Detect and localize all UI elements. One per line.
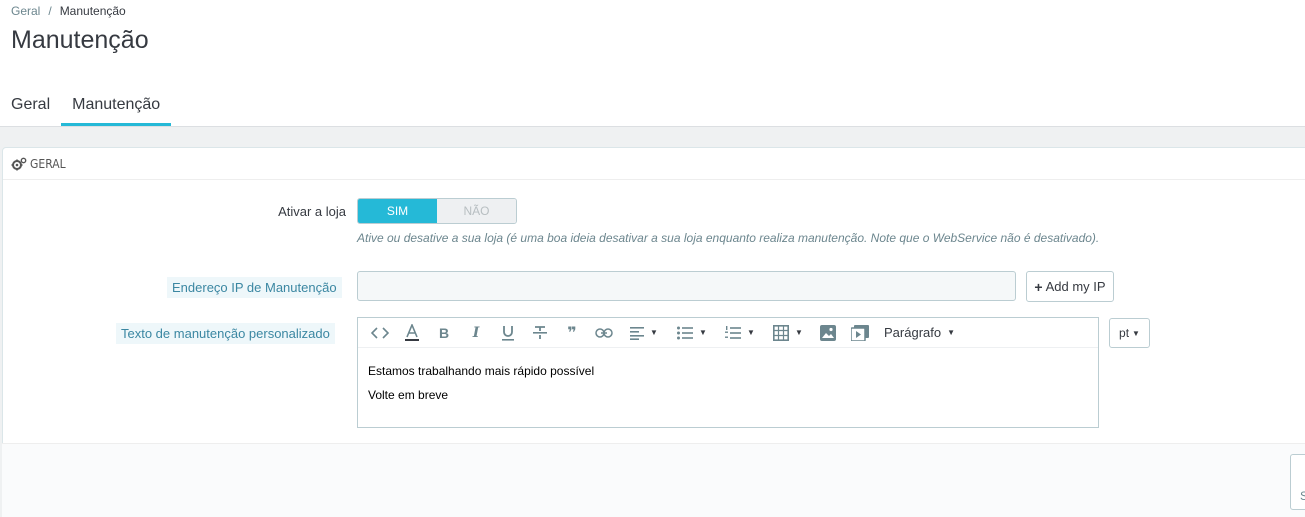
paragraph-format-dropdown[interactable]: Parágrafo ▼ [884,325,955,340]
image-icon[interactable] [812,321,844,345]
chevron-down-icon: ▼ [795,328,803,337]
editor-content[interactable]: Estamos trabalhando mais rápido possível… [358,348,1098,428]
bold-icon[interactable]: B [428,321,460,345]
shop-toggle-label: Ativar a loja [278,204,346,219]
tab-bar: Geral Manutenção [0,90,172,126]
tab-geral[interactable]: Geral [0,90,61,126]
ip-field-label: Endereço IP de Manutenção [167,277,342,298]
panel-footer [2,443,1305,517]
editor-line: Estamos trabalhando mais rápido possível [368,364,595,378]
language-label: pt [1119,326,1130,340]
numbered-list-icon [725,325,742,339]
table-icon [773,324,790,341]
table-dropdown[interactable]: ▼ [764,321,812,345]
italic-icon[interactable]: I [460,321,492,345]
align-left-icon [630,326,645,340]
shop-toggle-switch: SIM NÃO [357,198,517,224]
editor-line: Volte em breve [368,388,449,402]
quote-icon[interactable]: ❞ [556,321,588,345]
font-color-icon[interactable] [396,321,428,345]
video-icon[interactable] [844,321,876,345]
save-button[interactable]: S [1290,454,1305,510]
bullet-list-icon [677,326,694,339]
chevron-down-icon: ▼ [699,328,707,337]
page-header: Geral / Manutenção Manutenção Geral Manute… [0,0,1305,127]
toggle-yes-option[interactable]: SIM [358,199,437,223]
tab-manutencao[interactable]: Manutenção [61,90,172,126]
save-button-label: S [1300,489,1305,503]
breadcrumb-current: Manutenção [59,4,126,18]
plus-icon: + [1034,278,1043,295]
code-view-icon[interactable] [364,321,396,345]
chevron-down-icon: ▼ [947,328,956,337]
maintenance-ip-input[interactable] [357,271,1016,301]
paragraph-format-label: Parágrafo [884,325,942,340]
rich-text-editor: B I ❞ ▼ ▼ ▼ ▼ Parágrafo ▼ Estamos trabal… [357,317,1099,428]
page-title: Manutenção [11,26,149,54]
chevron-down-icon: ▼ [1132,328,1140,338]
add-my-ip-button[interactable]: + Add my IP [1026,271,1114,302]
chevron-down-icon: ▼ [747,328,755,337]
breadcrumb: Geral / Manutenção [11,4,126,18]
panel-title: GERAL [30,156,66,171]
editor-toolbar: B I ❞ ▼ ▼ ▼ ▼ Parágrafo ▼ [358,318,1098,348]
language-dropdown[interactable]: pt ▼ [1109,318,1150,348]
panel-heading: GERAL [3,148,1305,180]
shop-toggle-help: Ative ou desative a sua loja (é uma boa … [357,231,1100,245]
custom-text-label: Texto de manutenção personalizado [116,323,335,344]
align-dropdown[interactable]: ▼ [620,321,668,345]
chevron-down-icon: ▼ [650,328,658,337]
cogs-icon [11,157,27,171]
breadcrumb-link-geral[interactable]: Geral [11,4,40,18]
bullet-list-dropdown[interactable]: ▼ [668,321,716,345]
underline-icon[interactable] [492,321,524,345]
toggle-no-option[interactable]: NÃO [437,199,516,223]
numbered-list-dropdown[interactable]: ▼ [716,321,764,345]
add-my-ip-label: Add my IP [1045,279,1106,294]
breadcrumb-separator: / [48,4,52,18]
strikethrough-icon[interactable] [524,321,556,345]
link-icon[interactable] [588,321,620,345]
